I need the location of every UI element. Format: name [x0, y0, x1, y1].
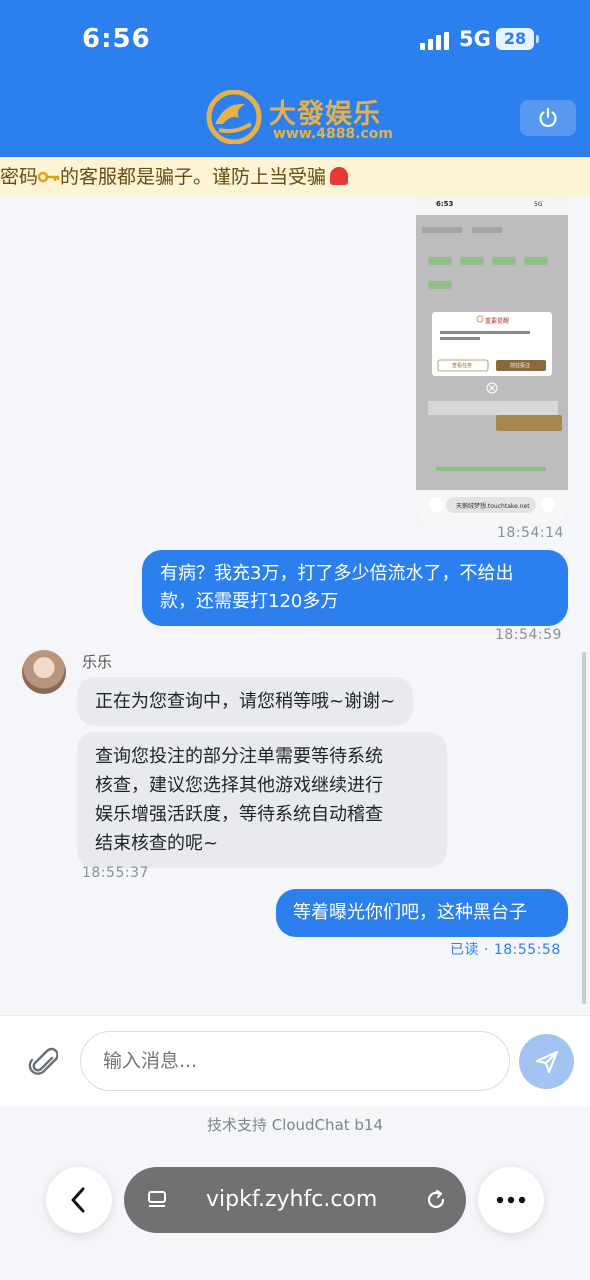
more-dots-icon: [496, 1196, 526, 1204]
message-time: 18:54:59: [495, 627, 562, 643]
notice-text-after: 的客服都是骗子。谨防上当受骗: [60, 166, 327, 188]
chevron-left-icon: [71, 1187, 85, 1213]
warning-notice: 密码 的客服都是骗子。谨防上当受骗: [0, 157, 590, 197]
message-line: 款，还需要打120多万: [160, 591, 339, 612]
signal-icon: [420, 32, 450, 50]
agent-avatar: [22, 650, 66, 694]
status-bar: 6:56 5G 28: [0, 0, 590, 80]
incoming-message[interactable]: 查询您投注的部分注单需要等待系统 核查，建议您选择其他游戏继续进行 娱乐增强活跃…: [77, 732, 447, 868]
message-line: 娱乐增强活跃度，等待系统自动稽查: [95, 804, 383, 825]
read-label: 已读 ·: [450, 942, 494, 958]
sender-name: 乐乐: [82, 653, 113, 671]
tabs-icon[interactable]: [146, 1189, 168, 1211]
embedded-dialog-right: 前往投注: [510, 363, 531, 369]
message-line: 结束核查的呢~: [95, 833, 219, 854]
embedded-dialog-title: 重要提醒: [485, 318, 510, 325]
status-time: 6:56: [82, 24, 151, 54]
back-button[interactable]: [46, 1167, 112, 1233]
send-icon: [535, 1050, 558, 1073]
send-button[interactable]: [519, 1034, 574, 1089]
url-text[interactable]: vipkf.zyhfc.com: [206, 1167, 377, 1233]
message-line: 核查，建议您选择其他游戏继续进行: [95, 775, 383, 796]
message-time: 18:55:58: [493, 942, 561, 958]
paperclip-icon[interactable]: [28, 1044, 58, 1078]
embedded-status-time: 6:53: [436, 200, 454, 208]
power-icon: [539, 107, 557, 128]
message-text: 正在为您查询中，请您稍等哦~谢谢~: [95, 691, 396, 712]
siren-icon: [330, 167, 349, 185]
powered-by: 技术支持 CloudChat b14: [206, 1116, 384, 1134]
outgoing-message[interactable]: 有病？我充3万，打了多少倍流水了，不给出 款，还需要打120多万: [142, 550, 568, 626]
notice-text-before: 密码: [0, 166, 39, 188]
incoming-message[interactable]: 正在为您查询中，请您稍等哦~谢谢~: [77, 677, 414, 726]
reload-icon[interactable]: [424, 1188, 448, 1212]
image-message[interactable]: 6:53 5G 重要提醒 查看任务 前往投注 天鹅绒梦想.touchtake.n…: [416, 197, 568, 522]
brand-logo: 大發娱乐 www.4888.com: [205, 88, 393, 146]
message-time: 18:55:37: [82, 865, 149, 881]
logout-button[interactable]: [520, 100, 576, 136]
embedded-url: 天鹅绒梦想.touchtake.net: [456, 503, 530, 510]
chat-area[interactable]: 6:53 5G 重要提醒 查看任务 前往投注 天鹅绒梦想.touchtake.n…: [0, 197, 590, 1015]
message-input[interactable]: [80, 1031, 510, 1091]
message-line: 查询您投注的部分注单需要等待系统: [95, 746, 383, 767]
embedded-dialog-left: 查看任务: [452, 363, 473, 369]
composer: [0, 1015, 590, 1107]
message-time: 18:54:14: [497, 525, 564, 541]
key-icon: [38, 171, 60, 183]
outgoing-message[interactable]: 等着曝光你们吧，这种黑台子: [276, 889, 568, 937]
message-text: 等着曝光你们吧，这种黑台子: [293, 902, 527, 923]
dragon-logo-icon: [206, 90, 262, 144]
embedded-network: 5G: [534, 201, 543, 208]
more-button[interactable]: [478, 1167, 544, 1233]
embedded-screenshot: [416, 197, 568, 522]
network-label: 5G: [459, 27, 491, 51]
chat-scrollbar[interactable]: [582, 652, 586, 1004]
brand-url: www.4888.com: [273, 126, 394, 142]
read-receipt: 已读 · 18:55:58: [450, 939, 561, 959]
address-bar[interactable]: vipkf.zyhfc.com: [124, 1167, 466, 1233]
app-header: 6:56 5G 28 大發娱乐 www.4888.com: [0, 0, 590, 157]
battery-icon: 28: [496, 28, 539, 50]
message-line: 有病？我充3万，打了多少倍流水了，不给出: [160, 563, 514, 584]
